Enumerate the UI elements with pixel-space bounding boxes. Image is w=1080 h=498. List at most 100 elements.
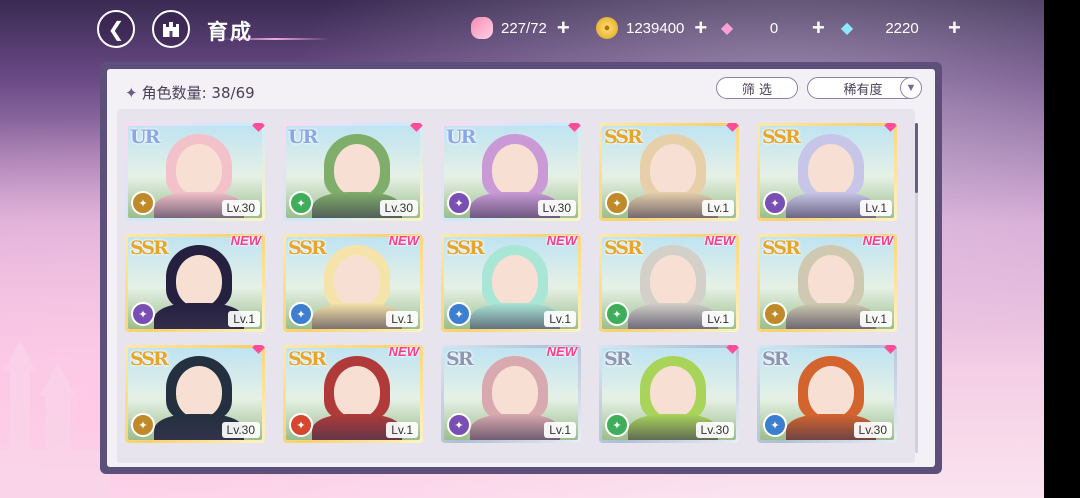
new-tag: NEW [230, 234, 261, 248]
rarity-badge: SSR [762, 237, 801, 259]
new-tag: NEW [388, 345, 419, 359]
character-card[interactable]: SSR NEW ✦ Lv.1 [125, 234, 265, 332]
back-button[interactable]: ❮ [97, 10, 135, 48]
wand-icon: ✦ [605, 302, 629, 326]
book-icon: ✦ [131, 302, 155, 326]
rarity-badge: SSR [604, 237, 643, 259]
new-tag: NEW [388, 234, 419, 248]
castle-home-icon [163, 22, 179, 37]
panel-inner: ✦角色数量: 38/69 筛 选 稀有度 ▼ UR ✦ Lv.30 UR ✦ [107, 69, 935, 467]
level-label: Lv.30 [221, 200, 260, 216]
level-label: Lv.30 [853, 422, 892, 438]
top-bar: ❮ 育成 227/72 + ● 1239400 + ◆ 0 + ◆ 2220 + [0, 0, 1044, 58]
character-card[interactable]: SSR ✦ Lv.1 [757, 123, 897, 221]
sparkle-icon: ✦ [125, 84, 138, 102]
rarity-badge: SR [604, 348, 631, 370]
scrollbar-thumb[interactable] [915, 123, 918, 193]
new-tag: NEW [704, 234, 735, 248]
level-label: Lv.1 [702, 200, 734, 216]
level-label: Lv.30 [221, 422, 260, 438]
level-label: Lv.30 [695, 422, 734, 438]
book-icon: ✦ [131, 413, 155, 437]
rarity-badge: SSR [762, 126, 801, 148]
fist-icon: ✦ [447, 413, 471, 437]
rarity-badge: UR [130, 126, 160, 148]
coin-icon: ● [596, 17, 618, 39]
book-icon: ✦ [289, 302, 313, 326]
candy-icon [471, 17, 493, 39]
resource-coin: ● 1239400 + [596, 15, 707, 41]
book-icon: ✦ [447, 191, 471, 215]
resource-value: 2220 [885, 19, 919, 37]
pink-gem-icon: ◆ [720, 20, 734, 37]
count-label-text: 角色数量 [141, 84, 202, 102]
level-label: Lv.1 [860, 200, 892, 216]
character-card[interactable]: UR ✦ Lv.30 [441, 123, 581, 221]
character-card[interactable]: UR ✦ Lv.30 [283, 123, 423, 221]
add-candy-button[interactable]: + [557, 17, 570, 39]
book-icon: ✦ [289, 413, 313, 437]
rarity-badge: SR [762, 348, 789, 370]
resource-value: 1239400 [626, 19, 685, 37]
add-coin-button[interactable]: + [694, 17, 707, 39]
character-card[interactable]: SSR NEW ✦ Lv.1 [283, 345, 423, 443]
character-count: ✦ 角色数量: 38/69 [125, 84, 255, 102]
add-diamond-button[interactable]: + [948, 17, 961, 39]
scroll-icon: ✦ [289, 191, 313, 215]
sort-order-button[interactable]: ▼ [900, 77, 922, 99]
character-panel: ✦角色数量: 38/69 筛 选 稀有度 ▼ UR ✦ Lv.30 UR ✦ [100, 62, 942, 474]
screen-edge [1044, 0, 1080, 498]
rarity-badge: UR [446, 126, 476, 148]
character-card[interactable]: SSR ✦ Lv.30 [125, 345, 265, 443]
level-label: Lv.1 [386, 311, 418, 327]
fist-icon: ✦ [763, 191, 787, 215]
castle-background [0, 300, 110, 498]
level-label: Lv.1 [228, 311, 260, 327]
wand-icon: ✦ [605, 191, 629, 215]
count-value: 38/69 [211, 84, 255, 102]
resource-value: 227/72 [501, 19, 547, 37]
add-pink-gem-button[interactable]: + [812, 17, 825, 39]
rarity-badge: SSR [288, 237, 327, 259]
chevron-down-icon: ▼ [905, 82, 917, 94]
level-label: Lv.30 [537, 200, 576, 216]
character-card[interactable]: SR ✦ Lv.30 [757, 345, 897, 443]
character-card[interactable]: SR ✦ Lv.30 [599, 345, 739, 443]
character-card[interactable]: SSR NEW ✦ Lv.1 [757, 234, 897, 332]
new-tag: NEW [546, 345, 577, 359]
character-card[interactable]: SSR NEW ✦ Lv.1 [441, 234, 581, 332]
rarity-badge: SSR [130, 348, 169, 370]
level-label: Lv.1 [544, 311, 576, 327]
character-card[interactable]: SSR NEW ✦ Lv.1 [283, 234, 423, 332]
level-label: Lv.1 [544, 422, 576, 438]
level-label: Lv.1 [702, 311, 734, 327]
rarity-badge: SSR [604, 126, 643, 148]
rarity-badge: SSR [446, 237, 485, 259]
character-card[interactable]: SSR ✦ Lv.1 [599, 123, 739, 221]
home-button[interactable] [152, 10, 190, 48]
book-icon: ✦ [763, 302, 787, 326]
level-label: Lv.30 [379, 200, 418, 216]
new-tag: NEW [862, 234, 893, 248]
fist-icon: ✦ [763, 413, 787, 437]
resource-value: 0 [769, 19, 779, 37]
diamond-icon: ◆ [840, 20, 854, 37]
character-card[interactable]: SSR NEW ✦ Lv.1 [599, 234, 739, 332]
resource-pink-gem: ◆ 0 + [716, 15, 825, 41]
page-title: 育成 [207, 20, 253, 44]
level-label: Lv.1 [860, 311, 892, 327]
rarity-badge: UR [288, 126, 318, 148]
rarity-badge: SSR [288, 348, 327, 370]
resource-diamond: ◆ 2220 + [836, 15, 961, 41]
level-label: Lv.1 [386, 422, 418, 438]
wand-icon: ✦ [131, 191, 155, 215]
title-decoration [220, 38, 330, 40]
character-card[interactable]: UR ✦ Lv.30 [125, 123, 265, 221]
book-icon: ✦ [447, 302, 471, 326]
character-card[interactable]: SR NEW ✦ Lv.1 [441, 345, 581, 443]
resource-candy: 227/72 + [471, 15, 570, 41]
back-arrow-icon: ❮ [107, 18, 125, 41]
new-tag: NEW [546, 234, 577, 248]
filter-button[interactable]: 筛 选 [716, 77, 798, 99]
game-screen: ❮ 育成 227/72 + ● 1239400 + ◆ 0 + ◆ 2220 +… [0, 0, 1044, 498]
